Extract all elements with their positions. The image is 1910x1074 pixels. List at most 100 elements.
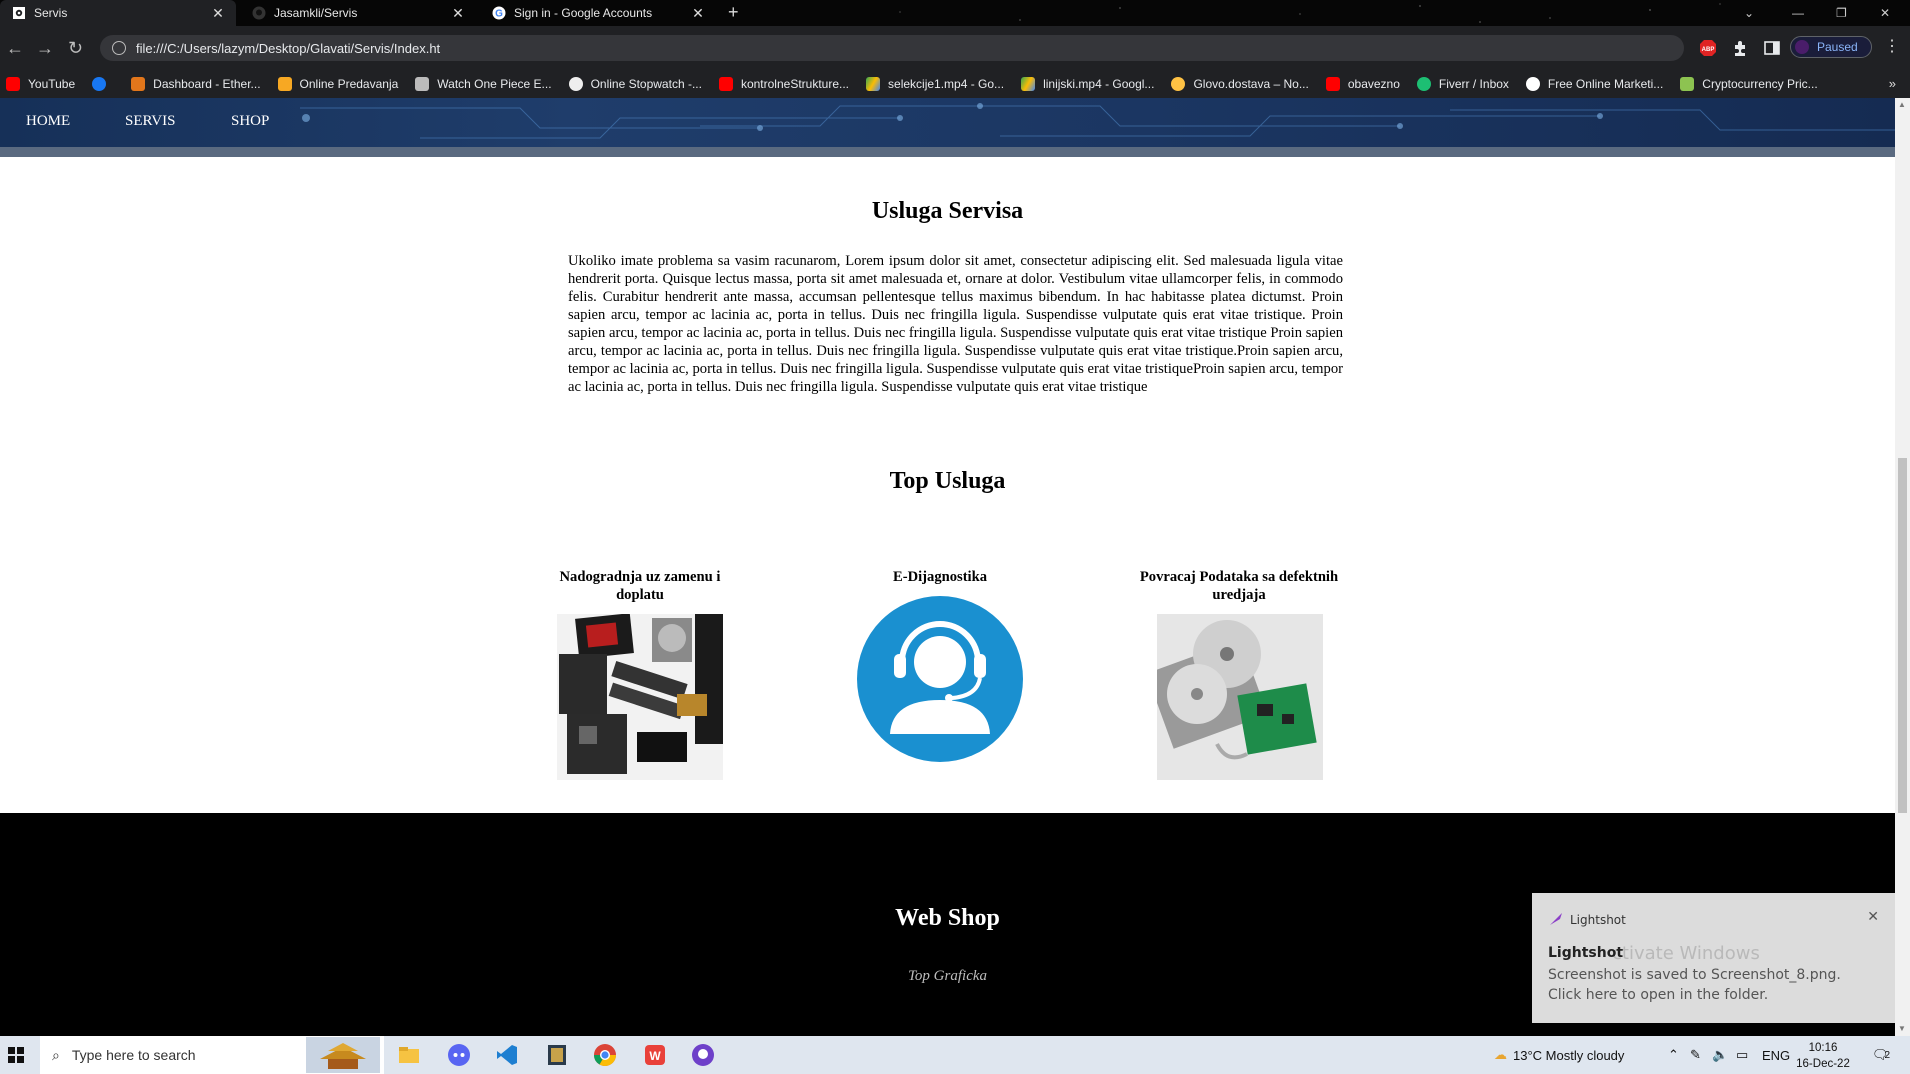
avatar [1795, 40, 1809, 54]
notification-body[interactable]: Screenshot is saved to Screenshot_8.png.… [1548, 965, 1878, 1005]
weather-widget[interactable]: ☁ 13°C Mostly cloudy [1494, 1036, 1624, 1074]
gear-icon [12, 6, 26, 20]
bookmark-free-online[interactable]: Free Online Marketi... [1525, 77, 1663, 91]
youtube-icon [1325, 77, 1340, 91]
search-icon: ⌕ [52, 1046, 60, 1063]
moodle-icon [277, 77, 292, 91]
nav-home-link[interactable]: HOME [26, 113, 70, 130]
support-agent-icon[interactable] [857, 596, 1023, 762]
bookmark-glovo[interactable]: Glovo.dostava – No... [1171, 77, 1309, 91]
clock-time: 10:16 [1808, 1042, 1838, 1054]
bookmark-dashboard[interactable]: Dashboard - Ether... [131, 77, 261, 91]
svg-text:ABP: ABP [1702, 47, 1715, 53]
chart-icon [1680, 77, 1695, 91]
facebook-icon [92, 77, 107, 91]
discord-icon[interactable] [446, 1042, 472, 1068]
scroll-down-icon[interactable]: ▼ [1898, 1024, 1906, 1033]
bookmark-stopwatch[interactable]: Online Stopwatch -... [568, 77, 702, 91]
vscode-icon[interactable] [494, 1042, 520, 1068]
circuit-background [300, 103, 1895, 139]
bookmarks-bar: YouTube Dashboard - Ether... Online Pred… [0, 70, 1910, 98]
pc-components-image[interactable] [557, 614, 723, 780]
extensions-icon[interactable] [1731, 39, 1749, 57]
bookmark-crypto[interactable]: Cryptocurrency Pric... [1680, 77, 1818, 91]
weather-icon: ☁ [1494, 1047, 1507, 1062]
svg-text:W: W [649, 1049, 661, 1063]
reload-icon[interactable]: ↻ [68, 38, 83, 58]
scroll-up-icon[interactable]: ▲ [1898, 100, 1906, 109]
taskbar: ⌕ Type here to search W ☁ 13°C Mostly cl… [0, 1036, 1910, 1074]
bookmark-fiverr[interactable]: Fiverr / Inbox [1416, 77, 1509, 91]
site-navbar: HOME SERVIS SHOP [0, 98, 1895, 157]
browser-toolbar: ← → ↻ file:///C:/Users/lazym/Desktop/Gla… [0, 26, 1910, 70]
bookmark-obavezno[interactable]: obavezno [1325, 77, 1400, 91]
windows-start-icon[interactable] [8, 1047, 24, 1063]
profile-status: Paused [1817, 40, 1858, 54]
network-icon[interactable]: ▭ [1736, 1036, 1748, 1074]
tab-servis[interactable]: Servis ✕ [0, 0, 236, 26]
close-tab-icon[interactable]: ✕ [210, 5, 226, 22]
hard-drive-image[interactable] [1157, 614, 1323, 780]
notification-title: Lightshot [1548, 945, 1624, 961]
svg-text:G: G [495, 9, 503, 20]
volume-icon[interactable]: 🔈 [1712, 1036, 1728, 1074]
close-window-icon[interactable]: ✕ [1880, 0, 1890, 26]
tab-github[interactable]: Jasamkli/Servis ✕ [240, 0, 476, 26]
notification-app-name: Lightshot [1570, 913, 1626, 927]
bookmark-youtube[interactable]: YouTube [6, 77, 75, 91]
file-explorer-icon[interactable] [396, 1042, 422, 1068]
clock-date: 16-Dec-22 [1796, 1058, 1850, 1070]
service-description: Ukoliko imate problema sa vasim racunaro… [568, 253, 1343, 395]
clock[interactable]: 10:16 16-Dec-22 [1796, 1040, 1850, 1072]
notification-count: 2 [1884, 1049, 1891, 1061]
bookmark-one-piece[interactable]: Watch One Piece E... [415, 77, 552, 91]
notifications-icon[interactable]: 🗨 2 [1872, 1036, 1890, 1074]
google-icon [1525, 77, 1540, 91]
lightshot-notification[interactable]: Lightshot ✕ ctivate Windows Lightshot Sc… [1532, 893, 1895, 1023]
close-notification-icon[interactable]: ✕ [1867, 909, 1879, 925]
bookmark-linijski[interactable]: linijski.mp4 - Googl... [1021, 77, 1154, 91]
close-tab-icon[interactable]: ✕ [690, 5, 706, 22]
profile-button[interactable]: Paused [1790, 36, 1872, 58]
language-indicator[interactable]: ENG [1762, 1036, 1790, 1074]
url-text[interactable]: file:///C:/Users/lazym/Desktop/Glavati/S… [136, 41, 440, 56]
bookmark-online-predavanja[interactable]: Online Predavanja [277, 77, 398, 91]
new-tab-button[interactable]: + [728, 2, 739, 23]
search-placeholder: Type here to search [71, 1047, 196, 1063]
chrome-icon[interactable] [592, 1042, 618, 1068]
address-bar[interactable]: file:///C:/Users/lazym/Desktop/Glavati/S… [100, 35, 1684, 61]
show-hidden-icons[interactable]: ⌃ [1668, 1036, 1679, 1074]
weather-text: 13°C Mostly cloudy [1513, 1047, 1625, 1063]
minimize-icon[interactable]: — [1792, 0, 1804, 26]
github-desktop-icon[interactable] [690, 1042, 716, 1068]
metamask-icon [131, 77, 146, 91]
game-launcher-icon[interactable] [544, 1042, 570, 1068]
bookmarks-more-icon[interactable]: » [1889, 76, 1896, 91]
restore-icon[interactable]: ❐ [1836, 0, 1847, 26]
tab-strip: Servis ✕ Jasamkli/Servis ✕ G Sign in - G… [0, 0, 1910, 26]
nav-servis-link[interactable]: SERVIS [125, 113, 175, 130]
service-heading: Usluga Servisa [871, 198, 1024, 224]
bookmark-selekcije[interactable]: selekcije1.mp4 - Go... [866, 77, 1004, 91]
menu-icon[interactable]: ⋮ [1884, 36, 1900, 56]
site-info-icon[interactable] [112, 41, 126, 55]
forward-icon[interactable]: → [36, 38, 54, 58]
wps-icon[interactable]: W [642, 1042, 668, 1068]
tab-search-icon[interactable]: ⌄ [1744, 0, 1754, 26]
top-services-heading: Top Usluga [889, 468, 1006, 494]
page-scrollbar[interactable]: ▲ ▼ [1895, 98, 1910, 1036]
pen-icon[interactable]: ✎ [1690, 1036, 1701, 1074]
side-panel-icon[interactable] [1763, 39, 1781, 57]
card-upgrade-title: Nadogradnja uz zamenu i doplatu [559, 569, 721, 603]
scrollbar-thumb[interactable] [1898, 458, 1907, 813]
temple-illustration-icon [306, 1037, 380, 1073]
back-icon[interactable]: ← [6, 38, 24, 58]
lightshot-icon [1550, 913, 1562, 925]
bookmark-facebook[interactable] [92, 77, 114, 91]
close-tab-icon[interactable]: ✕ [450, 5, 466, 22]
tab-google-signin[interactable]: G Sign in - Google Accounts ✕ [480, 0, 716, 26]
adblock-icon[interactable]: ABP [1699, 39, 1717, 57]
google-icon: G [492, 6, 506, 20]
bookmark-kontrolne[interactable]: kontrolneStrukture... [718, 77, 849, 91]
nav-shop-link[interactable]: SHOP [231, 113, 269, 130]
